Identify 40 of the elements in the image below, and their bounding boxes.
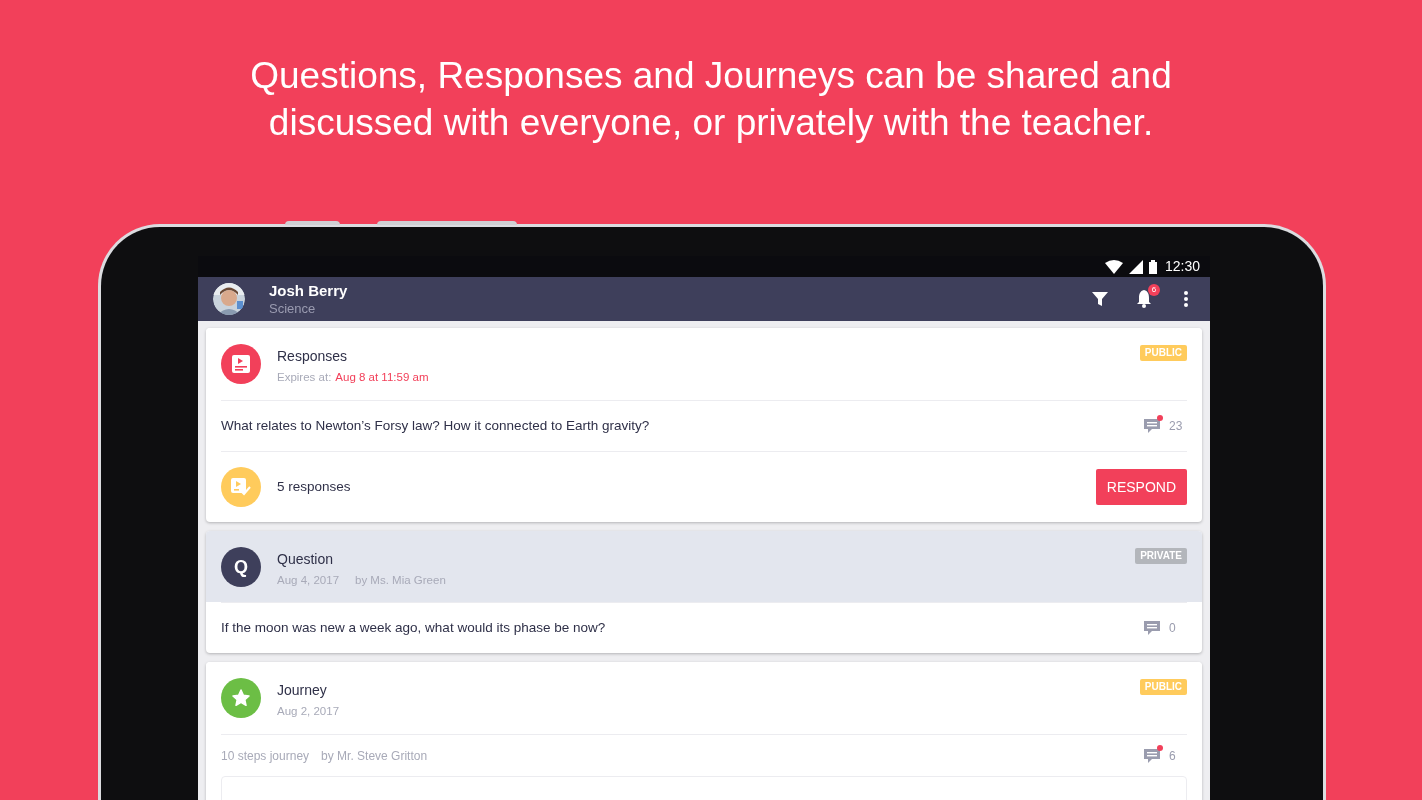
question-text: What relates to Newton’s Forsy law? How it connected to Earth gravity? — [221, 416, 650, 435]
deadline-text: Aug 8 at 11:59 am — [335, 370, 429, 385]
card-title: Question — [277, 550, 335, 569]
video-check-icon — [231, 478, 251, 496]
subject-label: Science — [269, 299, 317, 318]
comment-icon — [1143, 418, 1161, 434]
info-text: by Mr. Steve Gritton — [321, 747, 428, 765]
star-icon — [232, 689, 250, 707]
more-icon — [1184, 291, 1188, 307]
meta-label: Expires at: — [277, 370, 332, 385]
notification-count: 6 — [1148, 284, 1160, 296]
wifi-icon — [1104, 259, 1123, 274]
comment-count: 23 — [1169, 418, 1183, 435]
visibility-tag: PRIVATE — [1135, 548, 1187, 564]
comment-icon — [1143, 620, 1161, 636]
clock: 12:30 — [1164, 257, 1200, 276]
meta-text: Aug 4, 2017 — [277, 573, 340, 588]
headline: Questions, Responses and Journeys can be shared and discussed with everyone, or privately with the teacher. — [249, 54, 1173, 145]
info-text: 10 steps journey — [221, 747, 310, 765]
video-document-icon — [232, 355, 250, 373]
card-title: Responses — [277, 347, 349, 366]
respond-button[interactable]: RESPOND — [1095, 469, 1187, 505]
meta-text: Aug 2, 2017 — [277, 704, 340, 719]
post-card[interactable]: Journey Aug 2, 2017 PUBLIC 10 steps journey by Mr. Steve Gritton 6 — [206, 662, 1202, 800]
question-text: If the moon was new a week ago, what would its phase be now? — [221, 618, 606, 637]
visibility-tag: PUBLIC — [1139, 345, 1187, 361]
battery-icon — [1148, 259, 1157, 274]
responses-count: 5 responses — [277, 477, 351, 496]
comment-count: 0 — [1169, 620, 1177, 637]
bell-icon — [1136, 290, 1152, 308]
signal-icon — [1128, 259, 1143, 274]
card-title: Journey — [277, 681, 328, 700]
user-name: Josh Berry — [269, 280, 348, 300]
filter-button[interactable] — [1090, 289, 1110, 309]
type-avatar: Q — [221, 547, 261, 587]
post-card[interactable]: Responses Expires at: Aug 8 at 11:59 am PUBLIC What relates to Newton’s Forsy law? How it connected to Earth gravity? 23 5 responses RESPOND — [206, 328, 1202, 522]
filter-icon — [1092, 291, 1108, 307]
comment-icon — [1143, 747, 1161, 764]
comment-count: 6 — [1169, 747, 1177, 765]
visibility-tag: PUBLIC — [1139, 679, 1187, 695]
